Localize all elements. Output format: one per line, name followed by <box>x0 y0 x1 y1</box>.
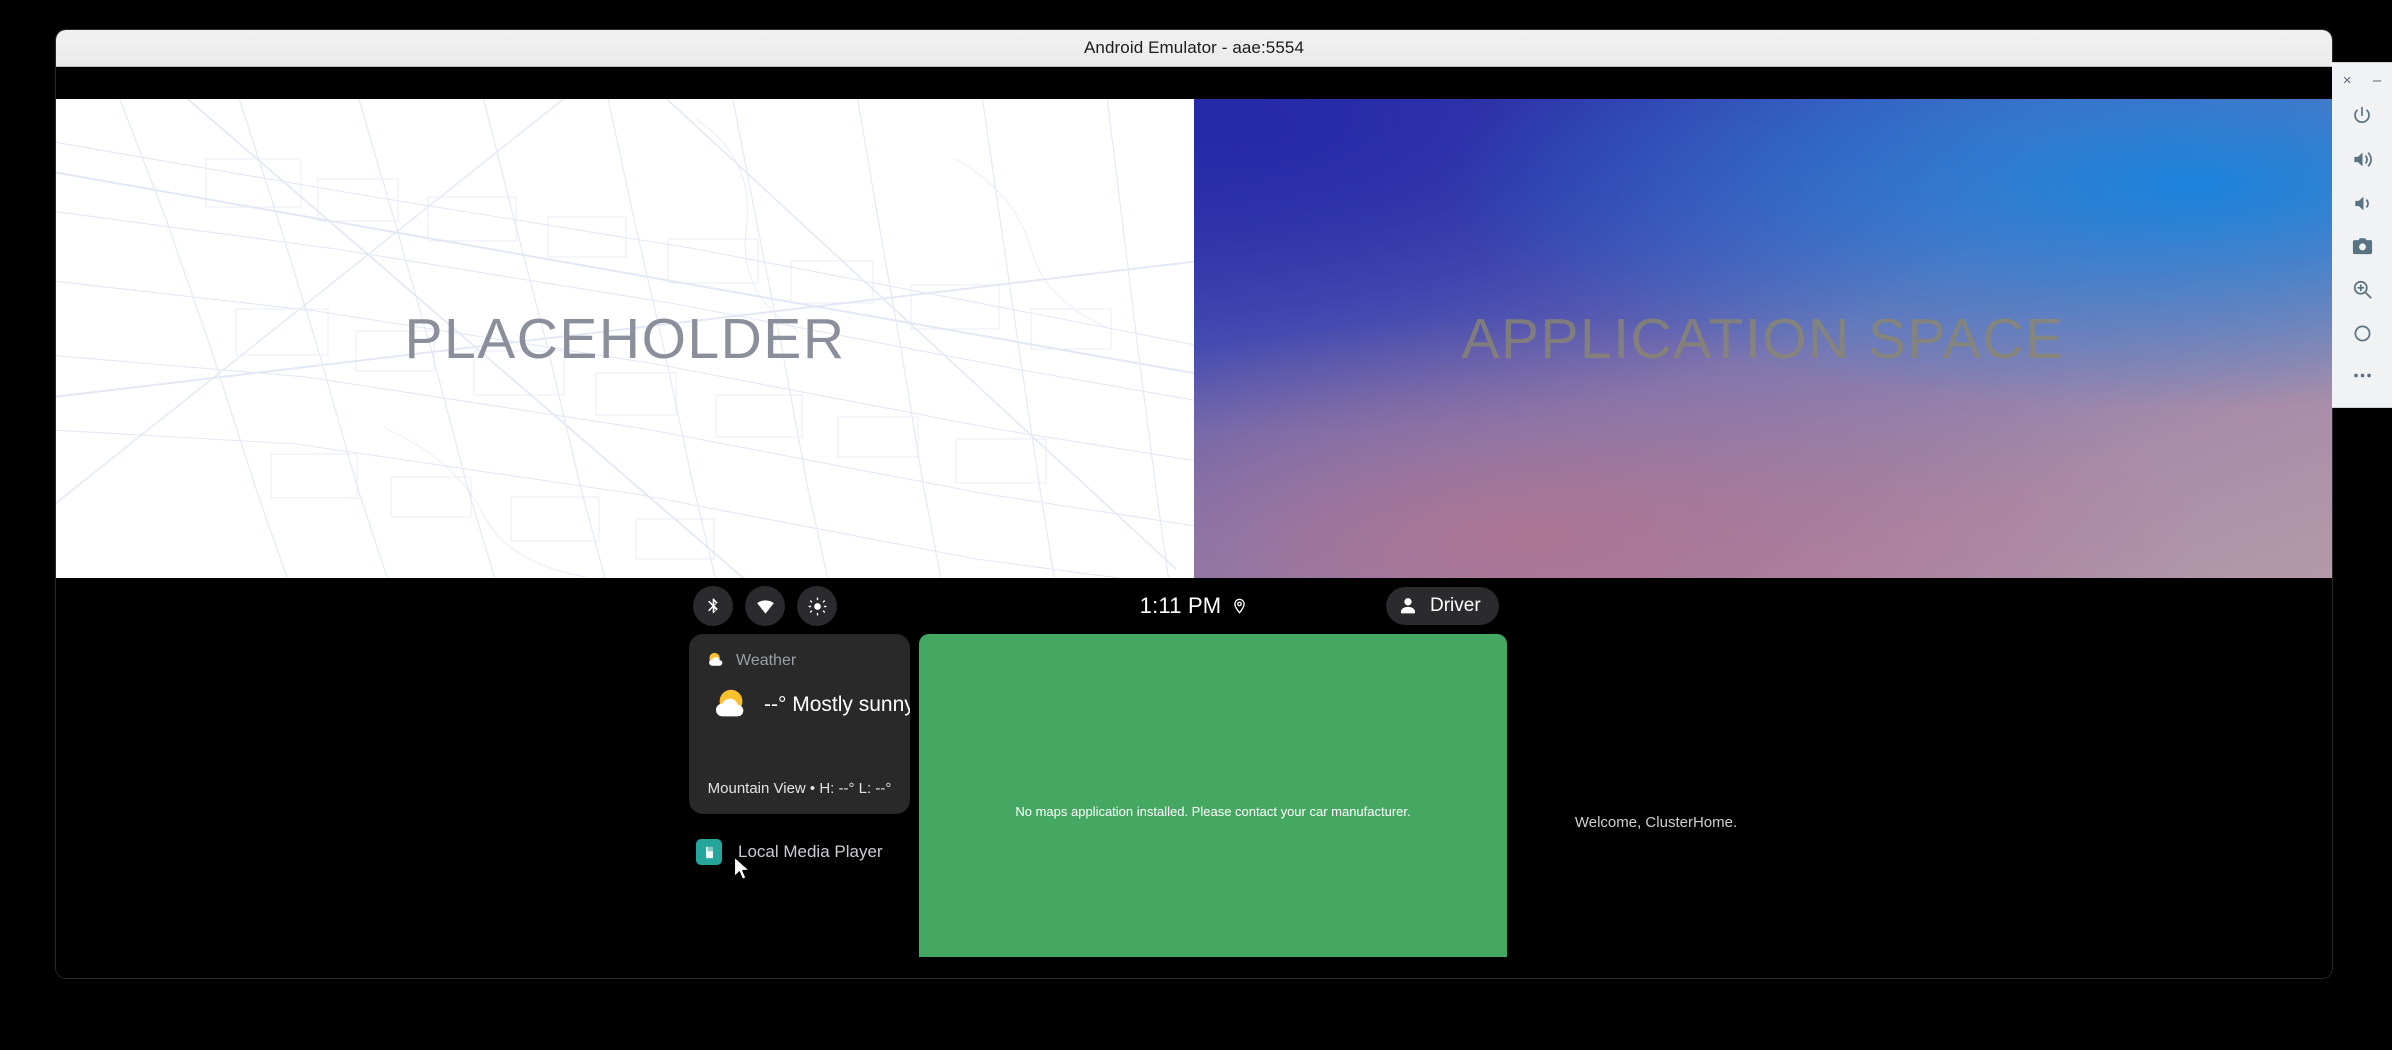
weather-card-main: --° Mostly sunny <box>712 686 910 724</box>
navigation-bar: 61° <box>56 957 2332 978</box>
media-app-glyph-icon <box>705 846 713 858</box>
top-panes: PLACEHOLDER APPLICATION SPACE <box>56 99 2332 578</box>
media-app-icon <box>696 839 722 865</box>
application-space-label: APPLICATION SPACE <box>1461 306 2065 371</box>
device-screen: PLACEHOLDER APPLICATION SPACE 1:11 PM Dr… <box>56 67 2332 978</box>
emulator-window: Android Emulator - aae:5554 PLACEHOLDER … <box>56 30 2332 978</box>
toolbar-zoom-button[interactable] <box>2340 269 2384 311</box>
location-pin-icon <box>1234 598 1246 614</box>
weather-card-header-label: Weather <box>736 651 797 669</box>
passenger-temperature-value: 68° <box>1402 974 1466 978</box>
toolbar-close-button[interactable]: × <box>2343 73 2352 88</box>
passenger-temp-decrease-button[interactable] <box>1359 977 1389 978</box>
status-center-group: 1:11 PM <box>56 578 2332 634</box>
passenger-temp-increase-button[interactable] <box>1479 977 1509 978</box>
power-icon <box>2354 106 2370 124</box>
status-chip-group <box>693 586 837 626</box>
weather-card-header: Weather <box>707 651 796 670</box>
map-placeholder-pane[interactable]: PLACEHOLDER <box>56 99 1194 578</box>
wifi-chip[interactable] <box>745 586 785 626</box>
map-background-icon <box>56 99 1194 578</box>
person-icon <box>1401 598 1415 614</box>
maps-placeholder-card[interactable]: No maps application installed. Please co… <box>919 634 1507 978</box>
toolbar-minimize-button[interactable]: – <box>2373 73 2381 88</box>
toolbar-screenshot-button[interactable] <box>2340 225 2384 267</box>
partly-sunny-icon <box>709 652 723 666</box>
weather-condition-text: --° Mostly sunny <box>764 693 910 716</box>
toolbar-volume-up-button[interactable] <box>2340 138 2384 180</box>
wifi-icon <box>756 599 774 614</box>
maps-placeholder-message: No maps application installed. Please co… <box>1015 804 1411 819</box>
local-media-player-label: Local Media Player <box>738 842 883 861</box>
nav-dialer-button[interactable] <box>1067 973 1111 979</box>
weather-card[interactable]: Weather --° Mostly sunny Mountain View •… <box>689 634 910 814</box>
home-content-area: Weather --° Mostly sunny Mountain View •… <box>56 634 2332 978</box>
bluetooth-icon <box>707 597 718 613</box>
status-clock: 1:11 PM <box>1139 593 1222 618</box>
toolbar-power-button[interactable] <box>2340 95 2384 137</box>
navigation-icon-group <box>56 957 2332 978</box>
bluetooth-chip[interactable] <box>693 586 733 626</box>
screenshot-root: Android Emulator - aae:5554 PLACEHOLDER … <box>0 0 2392 1050</box>
toolbar-home-button[interactable] <box>2340 312 2384 354</box>
emulator-side-toolbar: × – <box>2332 62 2392 408</box>
window-titlebar[interactable]: Android Emulator - aae:5554 <box>56 30 2332 67</box>
toolbar-volume-down-button[interactable] <box>2340 182 2384 224</box>
more-options-icon <box>2353 373 2371 378</box>
weather-card-footer: Mountain View • H: --° L: --° <box>707 780 892 797</box>
toolbar-more-button[interactable] <box>2340 355 2384 397</box>
user-profile-label: Driver <box>1430 595 1481 616</box>
screenshot-camera-icon <box>2352 238 2372 255</box>
nav-all-apps-button[interactable] <box>1172 973 1216 979</box>
brightness-chip[interactable] <box>797 586 837 626</box>
home-circle-icon <box>2354 325 2370 342</box>
partly-sunny-icon <box>715 689 744 717</box>
zoom-icon <box>2353 281 2372 299</box>
application-space-pane[interactable]: APPLICATION SPACE <box>1194 99 2332 578</box>
window-title: Android Emulator - aae:5554 <box>1083 38 1305 57</box>
cluster-welcome-message: Welcome, ClusterHome. <box>1574 814 1738 831</box>
status-bar: 1:11 PM Driver <box>56 578 2332 634</box>
local-media-player-item[interactable]: Local Media Player <box>696 839 883 865</box>
user-profile-button[interactable]: Driver <box>1386 587 1499 625</box>
nav-climate-button[interactable] <box>1277 973 1321 979</box>
toolbar-window-buttons: × – <box>2332 63 2392 94</box>
nav-home-button[interactable] <box>962 973 1006 979</box>
volume-up-icon <box>2353 152 2372 168</box>
passenger-temperature-control: 68° <box>1359 974 1509 978</box>
volume-down-icon <box>2354 196 2369 210</box>
brightness-icon <box>807 596 827 616</box>
